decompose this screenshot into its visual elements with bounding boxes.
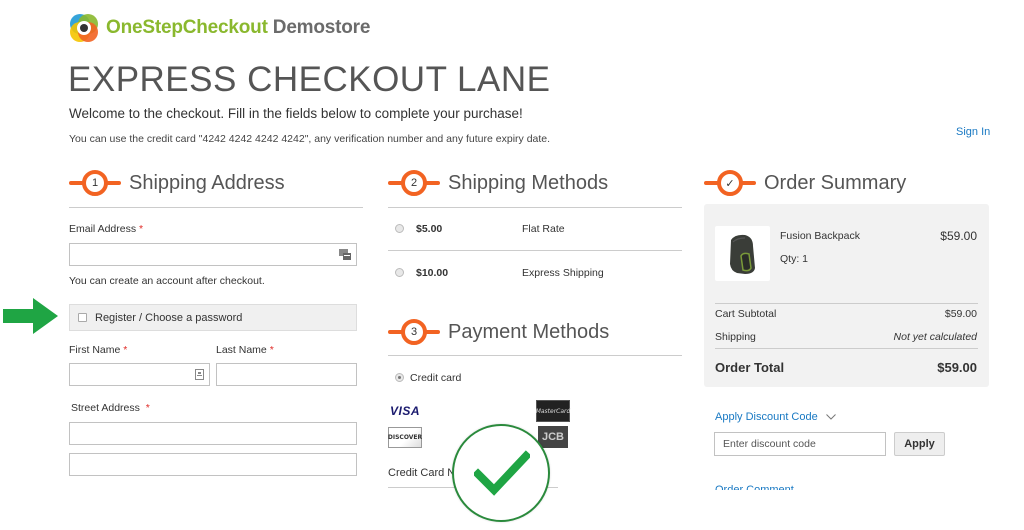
checkmark-step-icon: ✓ <box>717 170 743 196</box>
discount-toggle-label: Apply Discount Code <box>715 411 818 423</box>
shipping-label: Shipping <box>715 331 756 343</box>
section-divider <box>388 355 682 356</box>
order-total-label: Order Total <box>715 360 785 375</box>
email-field[interactable] <box>69 243 357 266</box>
section-divider <box>69 207 363 208</box>
payment-credit-card-radio[interactable] <box>395 373 404 382</box>
payment-method-label: Credit card <box>410 372 462 384</box>
street-address-label: Street Address * <box>71 402 150 414</box>
summary-divider <box>715 303 978 304</box>
apply-discount-toggle[interactable]: Apply Discount Code <box>715 411 836 423</box>
shipping-option-price: $5.00 <box>416 223 443 235</box>
register-checkbox-row[interactable]: Register / Choose a password <box>69 304 357 331</box>
step-number: 1 <box>82 170 108 196</box>
order-comment-toggle[interactable]: Order Comment <box>715 482 794 490</box>
last-name-label: Last Name * <box>216 344 274 356</box>
discount-code-input[interactable] <box>714 432 886 456</box>
row-divider <box>388 250 682 251</box>
account-note: You can create an account after checkout… <box>69 275 265 287</box>
first-name-label: First Name * <box>69 344 128 356</box>
step-number: 2 <box>401 170 427 196</box>
apply-discount-button[interactable]: Apply <box>894 432 945 456</box>
street-line2-field[interactable] <box>69 453 357 476</box>
mastercard-logo: MasterCard <box>536 400 570 422</box>
product-price: $59.00 <box>940 229 977 243</box>
section-title: Order Summary <box>764 171 907 194</box>
logo-text: OneStepCheckout Demostore <box>106 17 370 39</box>
first-name-field[interactable] <box>69 363 210 386</box>
autofill-icon <box>339 249 351 260</box>
credit-card-number-label: Credit Card N <box>388 467 456 479</box>
payment-methods-header: 3 Payment Methods <box>388 319 609 345</box>
step-badge: 2 <box>388 170 440 196</box>
step-badge: ✓ <box>704 170 756 196</box>
chevron-down-icon <box>825 414 836 420</box>
checkmark-icon <box>474 450 530 496</box>
shipping-option-name: Flat Rate <box>522 223 565 235</box>
success-check-badge <box>452 424 550 522</box>
section-title: Payment Methods <box>448 320 610 343</box>
logo-icon <box>70 14 98 42</box>
shipping-methods-header: 2 Shipping Methods <box>388 170 608 196</box>
welcome-text: Welcome to the checkout. Fill in the fie… <box>69 106 523 121</box>
email-label: Email Address * <box>69 223 144 235</box>
section-title: Shipping Methods <box>448 171 609 194</box>
step-badge: 3 <box>388 319 440 345</box>
visa-logo: VISA <box>390 404 421 418</box>
shipping-option-radio[interactable] <box>395 224 404 233</box>
register-checkbox[interactable] <box>78 313 87 322</box>
subtotal-label: Cart Subtotal <box>715 308 777 320</box>
jcb-logo: JCB <box>538 426 568 448</box>
product-name: Fusion Backpack <box>780 230 860 242</box>
shipping-address-header: 1 Shipping Address <box>69 170 285 196</box>
discover-logo: DISCOVER <box>388 427 422 448</box>
step-number: 3 <box>401 319 427 345</box>
backpack-image <box>730 234 755 274</box>
store-logo[interactable]: OneStepCheckout Demostore <box>68 12 370 44</box>
order-summary-header: ✓ Order Summary <box>704 170 906 196</box>
step-badge: 1 <box>69 170 121 196</box>
arrow-right-icon <box>3 298 58 334</box>
shipping-value: Not yet calculated <box>893 331 977 343</box>
product-thumbnail[interactable] <box>715 226 770 281</box>
street-line1-field[interactable] <box>69 422 357 445</box>
shipping-option-radio[interactable] <box>395 268 404 277</box>
subtotal-value: $59.00 <box>944 308 977 320</box>
test-card-hint: You can use the credit card "4242 4242 4… <box>69 133 551 145</box>
logo-brand: OneStepCheckout <box>106 17 268 38</box>
shipping-option-name: Express Shipping <box>522 267 604 279</box>
register-label: Register / Choose a password <box>95 311 243 324</box>
section-divider <box>388 207 682 208</box>
order-total-value: $59.00 <box>937 360 977 375</box>
page-title: EXPRESS CHECKOUT LANE <box>68 60 551 99</box>
last-name-field[interactable] <box>216 363 357 386</box>
shipping-option-price: $10.00 <box>416 267 449 279</box>
section-title: Shipping Address <box>129 171 285 194</box>
summary-divider <box>715 348 978 349</box>
logo-store: Demostore <box>272 17 371 38</box>
contact-card-icon <box>195 369 204 380</box>
sign-in-link[interactable]: Sign In <box>956 126 990 138</box>
product-qty: Qty: 1 <box>780 253 809 265</box>
